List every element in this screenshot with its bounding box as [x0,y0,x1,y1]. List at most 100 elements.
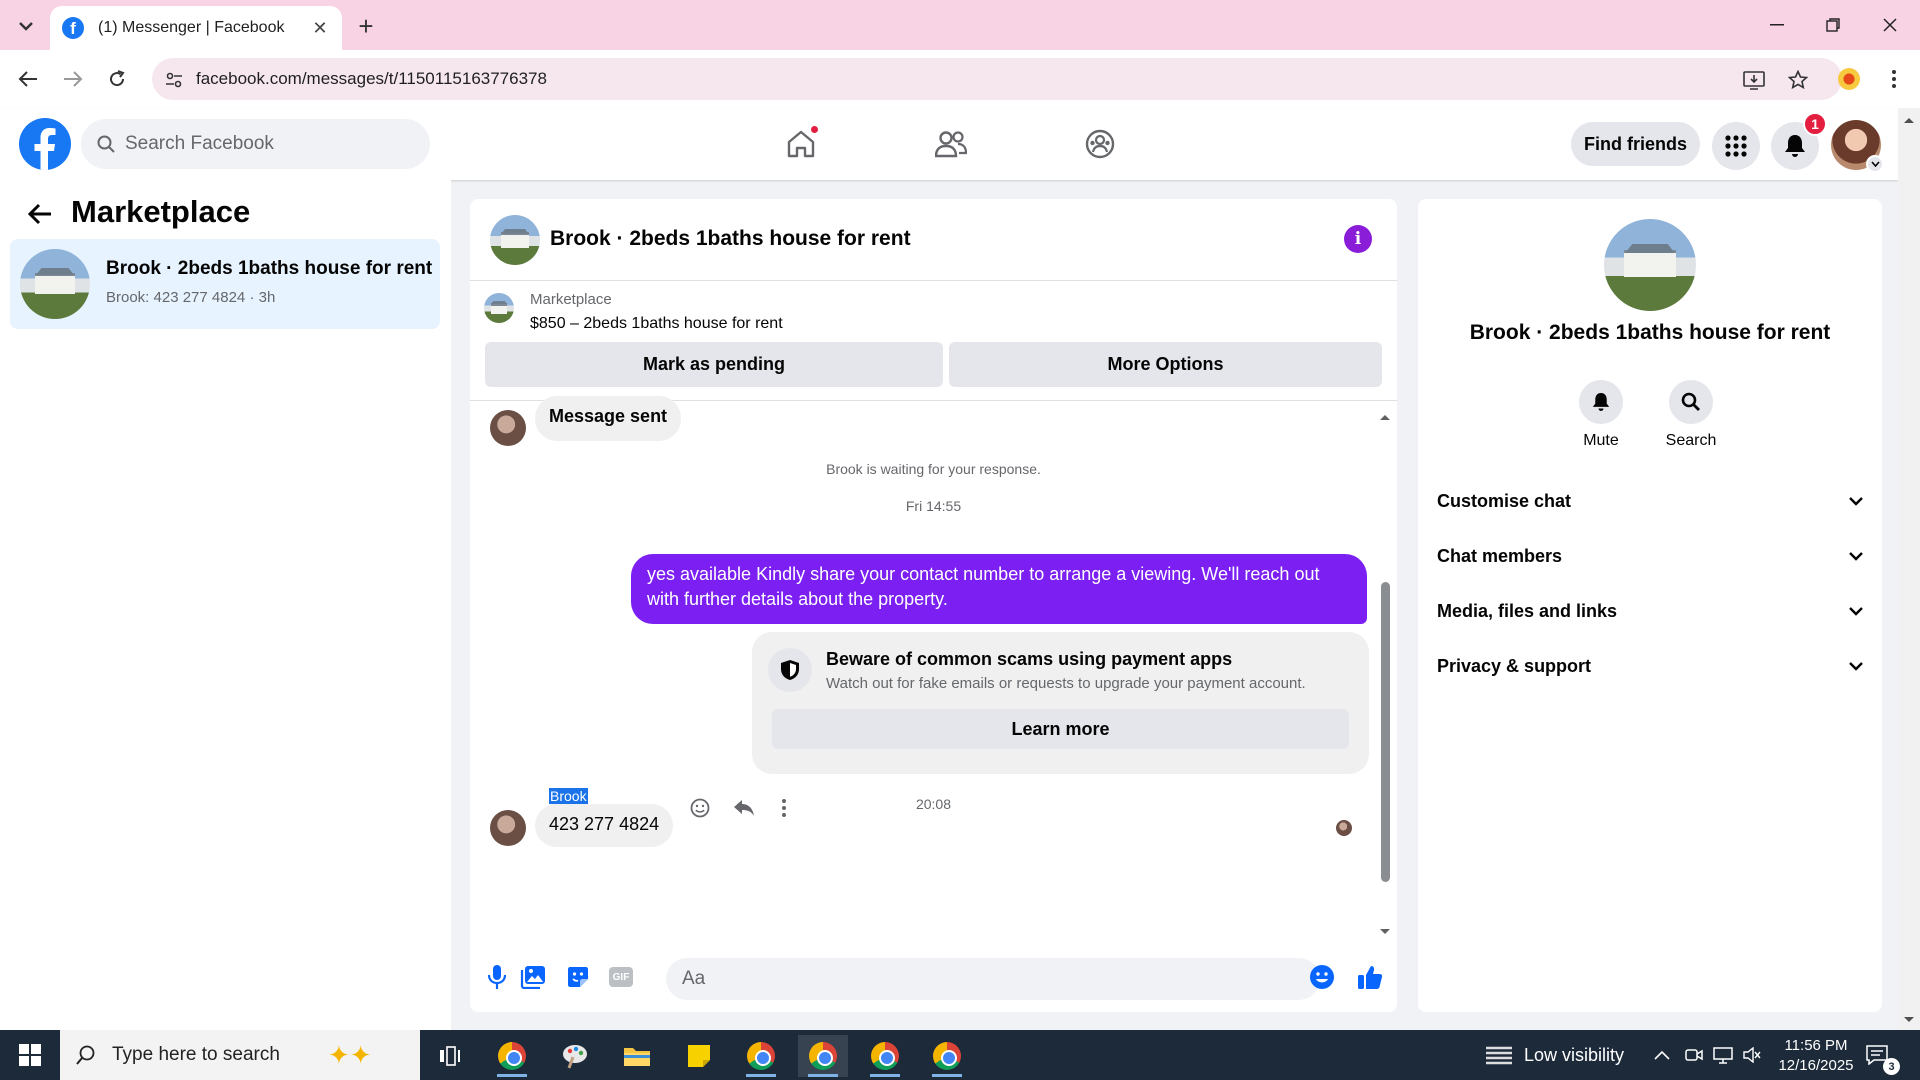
like-thumb-icon[interactable] [1353,960,1387,994]
mark-as-pending-button[interactable]: Mark as pending [485,342,943,387]
taskbar-sticky-notes[interactable] [674,1035,724,1077]
search-conversation-button[interactable]: Search [1651,380,1731,450]
back-button[interactable] [12,63,44,95]
taskbar-chrome-profile-5[interactable] [922,1035,972,1077]
show-hidden-icons-button[interactable] [1654,1030,1670,1080]
reply-icon[interactable] [730,794,758,822]
restore-button[interactable] [1813,10,1853,40]
scroll-down-icon[interactable] [1378,927,1392,937]
section-label: Customise chat [1437,490,1572,511]
chat-header: Brook · 2beds 1baths house for rent i [470,199,1397,281]
network-icon[interactable] [1713,1030,1733,1080]
volume-muted-icon[interactable] [1743,1030,1761,1080]
arrow-left-icon [18,71,37,87]
page-scrollbar[interactable] [1898,108,1920,1030]
folder-icon [624,1048,650,1066]
marketplace-inbox-panel: Marketplace Brook · 2beds 1baths house f… [0,180,451,1030]
chat-listing-avatar[interactable] [490,215,540,265]
info-icon[interactable]: i [1344,225,1372,253]
bell-icon [1785,135,1805,157]
scrollbar-thumb[interactable] [1381,582,1390,882]
scroll-down-icon[interactable] [1898,1014,1920,1026]
taskbar-chrome-profile-2[interactable] [736,1035,786,1077]
close-tab-icon[interactable]: ✕ [310,18,330,39]
react-emoji-icon[interactable] [686,794,714,822]
taskbar-chrome-profile-4[interactable] [860,1035,910,1077]
details-title: Brook · 2beds 1baths house for rent [1469,321,1831,344]
search-icon [97,135,115,153]
taskbar-search-box[interactable]: Type here to search ✦✦ [60,1030,420,1080]
bookmark-star-icon[interactable] [1784,66,1812,94]
message-bubble-sent[interactable]: yes available Kindly share your contact … [631,554,1367,624]
listing-small-thumbnail [484,293,514,323]
account-avatar[interactable] [1831,120,1884,173]
tab-search-button[interactable] [10,12,42,40]
facebook-logo-icon[interactable] [19,118,71,170]
action-center-button[interactable]: 3 [1866,1030,1900,1080]
microphone-icon[interactable] [480,960,514,994]
more-options-button[interactable]: More Options [949,342,1382,387]
conversation-list-item[interactable]: Brook · 2beds 1baths house for rent Broo… [10,239,440,329]
notification-count-badge: 1 [1803,112,1827,136]
facebook-search-input[interactable]: Search Facebook [81,119,430,169]
taskbar-chrome-profile-1[interactable] [487,1035,537,1077]
browser-menu-button[interactable] [1878,63,1910,95]
chat-members-row[interactable]: Chat members [1437,534,1863,578]
notification-count-badge: 3 [1883,1058,1900,1075]
start-button[interactable] [0,1030,60,1080]
home-nav-button[interactable] [779,122,823,166]
close-window-button[interactable] [1870,10,1910,40]
meet-now-icon[interactable] [1685,1030,1703,1080]
scroll-up-icon[interactable] [1898,114,1920,126]
chat-title[interactable]: Brook · 2beds 1baths house for rent [550,227,911,251]
message-bubble-received[interactable]: 423 277 4824 [535,804,674,847]
weather-widget[interactable]: Low visibility [1484,1030,1624,1080]
taskbar-app-paint[interactable] [550,1035,600,1077]
media-files-links-row[interactable]: Media, files and links [1437,589,1863,633]
privacy-support-row[interactable]: Privacy & support [1437,644,1863,688]
back-arrow-button[interactable] [24,198,56,230]
gif-icon[interactable]: GIF [604,960,638,994]
customise-chat-row[interactable]: Customise chat [1437,479,1863,523]
listing-profile-photo[interactable] [1604,219,1696,311]
chrome-icon [809,1042,837,1070]
mute-label: Mute [1583,432,1619,449]
emoji-picker-icon[interactable] [1305,960,1339,994]
site-info-icon[interactable] [160,66,188,94]
sticker-icon[interactable] [561,960,595,994]
message-bubble-received[interactable]: Message sent [535,396,682,441]
photo-icon[interactable] [516,960,550,994]
sender-avatar[interactable] [490,810,526,846]
minimize-button[interactable] [1757,10,1797,40]
chrome-icon [498,1042,526,1070]
scroll-up-icon[interactable] [1378,412,1392,422]
task-view-button[interactable] [425,1035,475,1077]
forward-button[interactable] [57,63,89,95]
taskbar-file-explorer[interactable] [612,1035,662,1077]
chevron-down-icon [1849,551,1863,561]
message-input[interactable]: Aa [666,958,1320,1000]
friends-icon [935,131,967,158]
address-bar[interactable]: facebook.com/messages/t/1150115163776378 [152,58,1842,100]
menu-button[interactable] [1712,122,1760,170]
groups-nav-button[interactable] [1078,122,1122,166]
conversation-details-panel: Brook · 2beds 1baths house for rent Mute… [1418,199,1882,1012]
learn-more-button[interactable]: Learn more [772,709,1349,749]
clock-time: 11:56 PM [1784,1037,1848,1054]
find-friends-button[interactable]: Find friends [1571,122,1700,166]
system-clock[interactable]: 11:56 PM 12/16/2025 [1766,1036,1866,1076]
more-actions-icon[interactable] [770,794,798,822]
listing-thumbnail [20,249,90,319]
sender-avatar[interactable] [490,410,526,446]
browser-tab-messenger[interactable]: f (1) Messenger | Facebook ✕ [50,6,342,50]
install-app-icon[interactable] [1740,66,1768,94]
mute-button[interactable]: Mute [1561,380,1641,450]
friends-nav-button[interactable] [929,122,973,166]
waiting-status-text: Brook is waiting for your response. [826,461,1041,477]
listing-title[interactable]: $850 – 2beds 1baths house for rent [530,315,783,333]
chrome-icon [933,1042,961,1070]
taskbar-chrome-profile-3[interactable] [798,1035,848,1077]
reload-button[interactable] [101,63,133,95]
new-tab-button[interactable]: + [352,11,380,41]
profile-extension-icon[interactable] [1833,63,1865,95]
